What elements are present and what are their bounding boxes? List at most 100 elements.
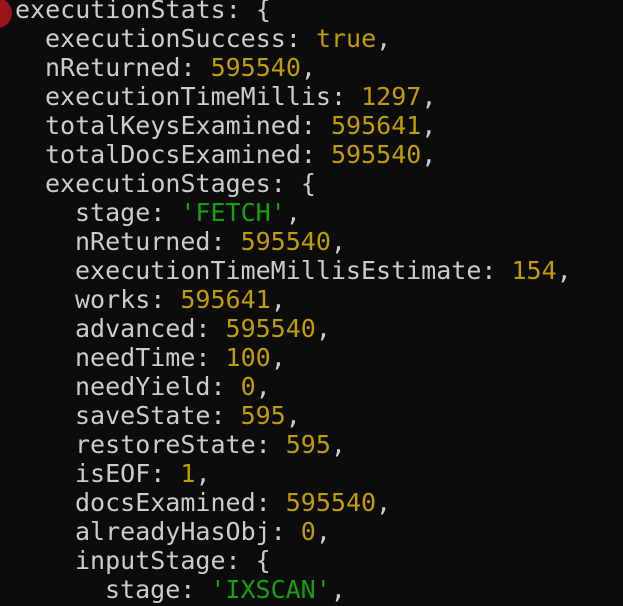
field-key: inputStage [75, 546, 226, 575]
field-value: true [315, 24, 377, 53]
field-key: nReturned [75, 227, 211, 256]
output-line: saveState: 595, [0, 401, 301, 430]
field-value: 'IXSCAN' [210, 575, 331, 604]
output-line: docsExamined: 595540, [0, 488, 391, 517]
field-key: alreadyHasObj [75, 517, 271, 546]
output-line: executionTimeMillis: 1297, [0, 82, 436, 111]
field-value: 100 [225, 343, 271, 372]
comma: , [195, 459, 211, 488]
key-separator: : [330, 82, 362, 111]
output-line: totalKeysExamined: 595641, [0, 111, 436, 140]
comma: , [421, 111, 437, 140]
terminal-window[interactable]: executionStats: {executionSuccess: true,… [0, 0, 623, 606]
comma: , [300, 53, 316, 82]
comma: , [315, 517, 331, 546]
output-line: isEOF: 1, [0, 459, 211, 488]
key-separator: : [180, 575, 211, 604]
output-line: stage: 'IXSCAN', [0, 575, 346, 604]
field-key: needYield [75, 372, 211, 401]
comma: , [556, 256, 572, 285]
field-value: 0 [240, 372, 256, 401]
field-key: saveState [75, 401, 211, 430]
output-line: executionTimeMillisEstimate: 154, [0, 256, 572, 285]
output-line: executionSuccess: true, [0, 24, 391, 53]
output-line: works: 595641, [0, 285, 286, 314]
key-separator: : [255, 488, 286, 517]
field-key: executionSuccess [45, 24, 286, 53]
field-value: 0 [300, 517, 316, 546]
output-line: nReturned: 595540, [0, 53, 316, 82]
field-key: stage [75, 198, 151, 227]
field-value: { [255, 0, 271, 24]
output-line: executionStages: { [0, 169, 316, 198]
field-value: 1297 [361, 82, 422, 111]
field-value: 595540 [285, 488, 377, 517]
output-line: nReturned: 595540, [0, 227, 346, 256]
output-line: needTime: 100, [0, 343, 286, 372]
key-separator: : [210, 227, 241, 256]
field-value: 595 [285, 430, 331, 459]
field-key: executionTimeMillis [45, 82, 331, 111]
field-value: 595641 [180, 285, 271, 314]
output-line: totalDocsExamined: 595540, [0, 140, 436, 169]
key-separator: : [210, 372, 241, 401]
field-key: executionTimeMillisEstimate [75, 256, 482, 285]
key-separator: : [195, 314, 226, 343]
key-separator: : [210, 401, 241, 430]
comma: , [330, 227, 346, 256]
field-key: restoreState [75, 430, 256, 459]
field-value: 595540 [330, 140, 422, 169]
key-separator: : [255, 430, 286, 459]
field-value: 595540 [240, 227, 331, 256]
key-separator: : [300, 140, 331, 169]
output-line: needYield: 0, [0, 372, 271, 401]
field-key: works [75, 285, 151, 314]
field-value: { [255, 546, 271, 575]
comma: , [330, 430, 346, 459]
field-key: isEOF [75, 459, 151, 488]
key-separator: : [195, 343, 226, 372]
comma: , [270, 285, 286, 314]
comma: , [285, 198, 301, 227]
comma: , [255, 372, 271, 401]
output-line: alreadyHasObj: 0, [0, 517, 331, 546]
field-key: advanced [75, 314, 196, 343]
key-separator: : [225, 546, 256, 575]
field-key: nReturned [45, 53, 181, 82]
comma: , [421, 82, 437, 111]
output-line: executionStats: { [0, 0, 271, 24]
comma: , [421, 140, 437, 169]
field-key: executionStats [15, 0, 226, 24]
field-value: 1 [180, 459, 196, 488]
comma: , [376, 24, 392, 53]
comma: , [270, 343, 286, 372]
key-separator: : [150, 459, 181, 488]
field-key: docsExamined [75, 488, 256, 517]
field-value: 595540 [225, 314, 316, 343]
output-line: stage: 'FETCH', [0, 198, 301, 227]
key-separator: : [270, 517, 301, 546]
output-line: inputStage: { [0, 546, 271, 575]
key-separator: : [270, 169, 301, 198]
key-separator: : [225, 0, 256, 24]
field-value: 154 [511, 256, 557, 285]
field-key: totalDocsExamined [45, 140, 301, 169]
output-line: restoreState: 595, [0, 430, 346, 459]
key-separator: : [150, 198, 181, 227]
field-key: needTime [75, 343, 196, 372]
comma: , [315, 314, 331, 343]
output-line: advanced: 595540, [0, 314, 331, 343]
key-separator: : [150, 285, 181, 314]
key-separator: : [300, 111, 331, 140]
key-separator: : [180, 53, 211, 82]
comma: , [376, 488, 392, 517]
comma: , [330, 575, 346, 604]
field-value: { [300, 169, 316, 198]
field-key: stage [105, 575, 181, 604]
field-value: 'FETCH' [180, 198, 286, 227]
field-key: executionStages [45, 169, 271, 198]
field-value: 595641 [330, 111, 422, 140]
key-separator: : [481, 256, 512, 285]
field-key: totalKeysExamined [45, 111, 301, 140]
key-separator: : [285, 24, 316, 53]
